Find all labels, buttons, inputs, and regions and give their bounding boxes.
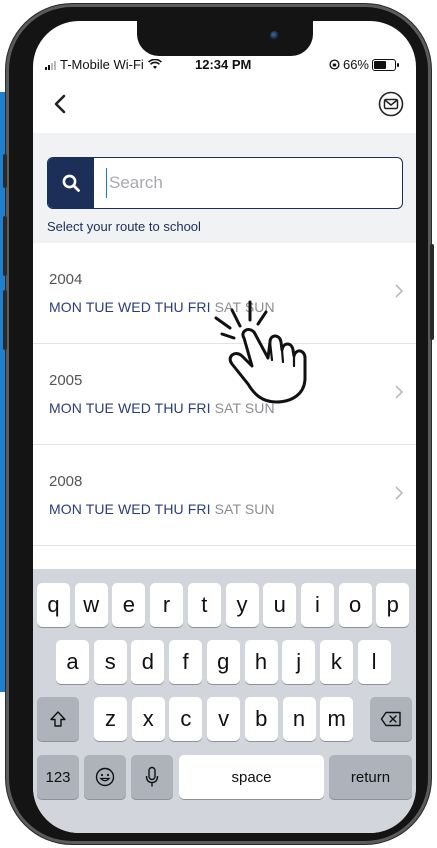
orientation-lock-icon	[329, 59, 340, 70]
search-box[interactable]	[47, 157, 403, 209]
key-f[interactable]: f	[169, 640, 203, 684]
phone-power-button	[430, 244, 434, 340]
key-l[interactable]: l	[357, 640, 391, 684]
phone-screen: T-Mobile Wi-Fi 12:34 PM 66% Search Selec…	[33, 21, 416, 833]
phone-volume-up	[3, 216, 7, 276]
route-weekdays: MON TUE WED THU FRI	[49, 501, 211, 517]
space-key[interactable]: space	[179, 755, 324, 799]
search-section: Select your route to school	[33, 133, 416, 243]
key-z[interactable]: z	[94, 697, 127, 741]
battery-percent: 66%	[342, 57, 369, 72]
mail-button[interactable]	[378, 91, 404, 117]
key-u[interactable]: u	[263, 583, 297, 627]
key-m[interactable]: m	[320, 697, 354, 741]
key-q[interactable]: q	[37, 583, 70, 627]
back-button[interactable]	[47, 89, 73, 119]
key-d[interactable]: d	[131, 640, 165, 684]
route-weekdays: MON TUE WED THU FRI	[49, 299, 211, 315]
key-k[interactable]: k	[319, 640, 353, 684]
key-c[interactable]: c	[169, 697, 203, 741]
search-icon	[62, 174, 80, 192]
dictation-key[interactable]	[131, 755, 173, 799]
return-key[interactable]: return	[329, 755, 412, 799]
mail-icon	[378, 91, 404, 117]
emoji-key[interactable]	[84, 755, 126, 799]
phone-silent-switch	[3, 154, 7, 188]
key-h[interactable]: h	[244, 640, 278, 684]
route-weekdays: MON TUE WED THU FRI	[49, 400, 211, 416]
route-days: MON TUE WED THU FRI SAT SUN	[49, 501, 275, 517]
carrier-group: T-Mobile Wi-Fi	[45, 57, 162, 72]
microphone-icon	[145, 766, 159, 787]
notch	[137, 21, 313, 56]
key-j[interactable]: j	[282, 640, 316, 684]
camera-icon	[270, 31, 279, 40]
emoji-icon	[95, 767, 115, 787]
shift-key[interactable]	[37, 697, 79, 741]
battery-group: 66%	[329, 57, 399, 72]
phone-volume-down	[3, 290, 7, 350]
search-button[interactable]	[48, 158, 94, 208]
chevron-right-icon	[395, 385, 404, 399]
key-r[interactable]: r	[150, 583, 184, 627]
route-prompt: Select your route to school	[47, 219, 201, 234]
route-number: 2005	[49, 372, 83, 389]
key-i[interactable]: i	[300, 583, 334, 627]
chevron-left-icon	[54, 94, 66, 114]
status-bar: T-Mobile Wi-Fi 12:34 PM 66%	[33, 55, 416, 77]
route-number: 2008	[49, 473, 83, 490]
route-item-2008[interactable]: 2008 MON TUE WED THU FRI SAT SUN	[33, 445, 416, 546]
search-input[interactable]	[106, 168, 391, 198]
key-x[interactable]: x	[131, 697, 165, 741]
carrier-label: T-Mobile Wi-Fi	[60, 57, 144, 72]
delete-key[interactable]	[370, 697, 412, 741]
key-s[interactable]: s	[93, 640, 127, 684]
key-t[interactable]: t	[187, 583, 221, 627]
route-number: 2004	[49, 271, 83, 288]
status-time: 12:34 PM	[195, 57, 252, 72]
key-y[interactable]: y	[225, 583, 259, 627]
key-e[interactable]: e	[112, 583, 146, 627]
shift-icon	[50, 711, 66, 727]
signal-bars-icon	[45, 60, 56, 70]
key-v[interactable]: v	[207, 697, 241, 741]
route-weekend: SAT SUN	[214, 501, 275, 517]
key-b[interactable]: b	[244, 697, 278, 741]
chevron-right-icon	[395, 486, 404, 500]
phone-frame: T-Mobile Wi-Fi 12:34 PM 66% Search Selec…	[3, 4, 434, 844]
keyboard: qwertyuiop asdfghjkl zxcvbnm 123 space r…	[33, 569, 416, 833]
key-a[interactable]: a	[56, 640, 89, 684]
key-g[interactable]: g	[206, 640, 240, 684]
battery-icon	[372, 58, 399, 71]
key-o[interactable]: o	[338, 583, 372, 627]
pointing-hand-icon	[214, 300, 307, 404]
key-w[interactable]: w	[74, 583, 108, 627]
numbers-key[interactable]: 123	[37, 755, 79, 799]
chevron-right-icon	[395, 284, 404, 298]
key-p[interactable]: p	[376, 583, 410, 627]
wifi-icon	[147, 59, 162, 69]
delete-icon	[380, 711, 401, 727]
key-n[interactable]: n	[282, 697, 316, 741]
